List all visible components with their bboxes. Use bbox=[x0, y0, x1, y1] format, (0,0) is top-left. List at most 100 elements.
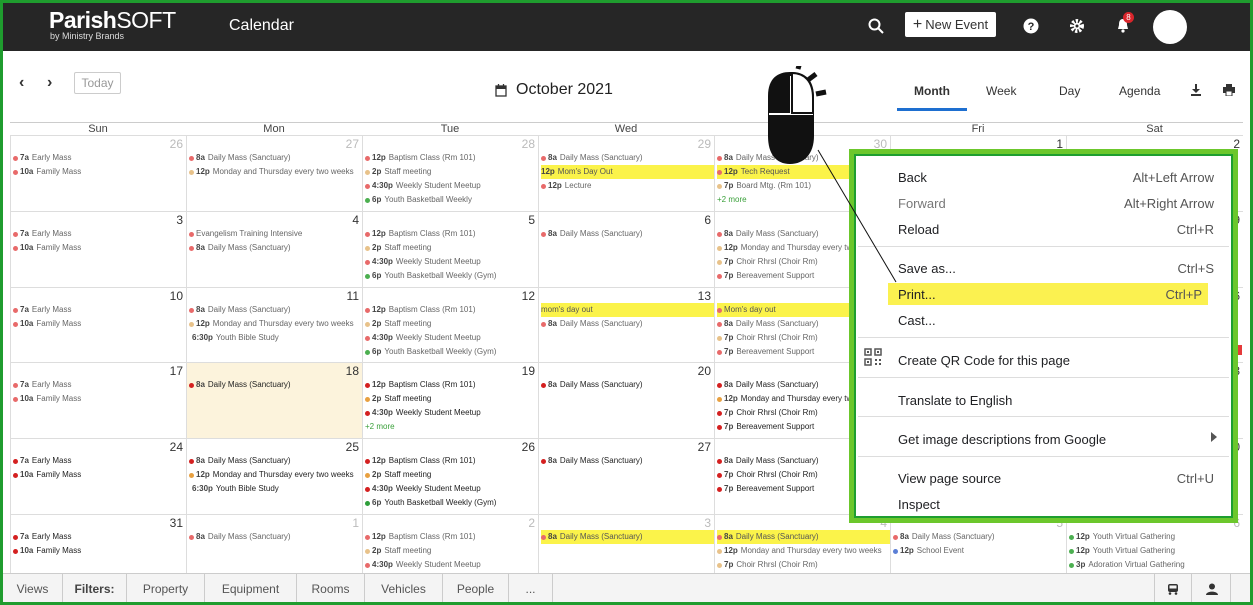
day-number[interactable]: 3 bbox=[176, 213, 183, 227]
calendar-event[interactable]: 3p Adoration Virtual Gathering bbox=[1069, 558, 1243, 572]
calendar-event[interactable]: 6:30p Youth Bible Study bbox=[189, 331, 362, 345]
day-number[interactable]: 4 bbox=[352, 213, 359, 227]
calendar-event[interactable]: 10a Family Mass bbox=[13, 317, 186, 331]
calendar-event[interactable]: 12p School Event bbox=[893, 544, 1066, 558]
calendar-event[interactable]: 2p Staff meeting bbox=[365, 165, 538, 179]
calendar-event[interactable]: 2p Staff meeting bbox=[365, 468, 538, 482]
day-cell[interactable]: 26 7a Early Mass 10a Family Mass bbox=[10, 135, 186, 211]
search-icon[interactable] bbox=[865, 15, 887, 37]
calendar-event[interactable]: 8aDaily Mass (Sanctuary) bbox=[541, 151, 714, 165]
menu-item-reload[interactable]: Reload Ctrl+R bbox=[898, 218, 1214, 240]
calendar-event[interactable]: 6p Youth Basketball Weekly (Gym) bbox=[365, 496, 538, 510]
day-number[interactable]: 27 bbox=[346, 137, 359, 151]
day-cell[interactable]: 18 8a Daily Mass (Sanctuary) bbox=[186, 362, 362, 438]
calendar-event[interactable]: 2p Staff meeting bbox=[365, 317, 538, 331]
calendar-event[interactable]: 6p Youth Basketball Weekly bbox=[365, 193, 538, 207]
tab-agenda[interactable]: Agenda bbox=[1119, 84, 1160, 98]
calendar-event[interactable]: 12p Youth Virtual Gathering bbox=[1069, 544, 1243, 558]
day-number[interactable]: 2 bbox=[528, 516, 535, 530]
new-event-button[interactable]: + New Event bbox=[905, 12, 996, 37]
calendar-event[interactable]: 12p Baptism Class (Rm 101) bbox=[365, 303, 538, 317]
calendar-event[interactable]: 7a Early Mass bbox=[13, 303, 186, 317]
day-cell[interactable]: 5 12p Baptism Class (Rm 101) 2p Staff meetin… bbox=[362, 211, 538, 287]
more-events-link[interactable]: +2 more bbox=[365, 420, 538, 434]
calendar-event[interactable]: 6:30p Youth Bible Study bbox=[189, 482, 362, 496]
day-number[interactable]: 11 bbox=[347, 289, 359, 303]
calendar-event[interactable]: 4:30p Weekly Student Meetup bbox=[365, 482, 538, 496]
filter-equipment[interactable]: Equipment bbox=[205, 574, 297, 603]
day-number[interactable]: 17 bbox=[170, 364, 183, 378]
views-button[interactable]: Views bbox=[3, 574, 63, 603]
day-number[interactable]: 1 bbox=[352, 516, 359, 530]
calendar-event[interactable]: 4:30p Weekly Student Meetup bbox=[365, 406, 538, 420]
menu-item-save-as[interactable]: Save as... Ctrl+S bbox=[898, 257, 1214, 279]
calendar-event[interactable]: 8aDaily Mass (Sanctuary) bbox=[541, 317, 714, 331]
calendar-event[interactable]: 8aDaily Mass (Sanctuary) bbox=[541, 454, 714, 468]
menu-item-forward[interactable]: Forward Alt+Right Arrow bbox=[898, 192, 1214, 214]
calendar-event[interactable]: 12p Baptism Class (Rm 101) bbox=[365, 530, 538, 544]
day-number[interactable]: 12 bbox=[522, 289, 535, 303]
menu-item-inspect[interactable]: Inspect bbox=[898, 493, 1214, 515]
day-cell[interactable]: 25 8a Daily Mass (Sanctuary) 12p Monday and … bbox=[186, 438, 362, 514]
calendar-event[interactable]: 7a Early Mass bbox=[13, 378, 186, 392]
calendar-event[interactable]: 12p Baptism Class (Rm 101) bbox=[365, 454, 538, 468]
calendar-event[interactable]: 12p Monday and Thursday every two weeks bbox=[189, 317, 362, 331]
calendar-event[interactable]: 12p Monday and Thursday every two weeks bbox=[717, 544, 890, 558]
day-cell[interactable]: 17 7a Early Mass 10a Family Mass bbox=[10, 362, 186, 438]
calendar-event[interactable]: 8aDaily Mass (Sanctuary) bbox=[189, 378, 362, 392]
day-number[interactable]: 20 bbox=[698, 364, 711, 378]
calendar-event[interactable]: 12p Baptism Class (Rm 101) bbox=[365, 378, 538, 392]
today-button[interactable]: Today bbox=[74, 72, 121, 94]
menu-item-print[interactable]: Print... Ctrl+P bbox=[888, 283, 1208, 305]
calendar-event[interactable]: 8aDaily Mass (Sanctuary) bbox=[189, 530, 362, 544]
calendar-event[interactable]: 7a Early Mass bbox=[13, 151, 186, 165]
calendar-event[interactable]: 6p Youth Basketball Weekly (Gym) bbox=[365, 345, 538, 359]
calendar-event[interactable]: mom's day out bbox=[541, 303, 714, 317]
calendar-event[interactable]: 2p Staff meeting bbox=[365, 392, 538, 406]
tab-month[interactable]: Month bbox=[914, 84, 950, 98]
person-icon[interactable] bbox=[1193, 574, 1231, 603]
calendar-event[interactable]: 12p Youth Virtual Gathering bbox=[1069, 530, 1243, 544]
calendar-event[interactable]: 8aDaily Mass (Sanctuary) bbox=[189, 151, 362, 165]
prev-month-button[interactable]: ‹ bbox=[19, 74, 24, 92]
user-avatar[interactable] bbox=[1153, 10, 1187, 44]
calendar-event[interactable]: 8aDaily Mass (Sanctuary) bbox=[189, 303, 362, 317]
day-cell[interactable]: 3 7a Early Mass 10a Family Mass bbox=[10, 211, 186, 287]
calendar-event[interactable]: 8aDaily Mass (Sanctuary) bbox=[893, 530, 1066, 544]
calendar-event[interactable]: 12p Monday and Thursday every two weeks bbox=[189, 165, 362, 179]
filter-rooms[interactable]: Rooms bbox=[297, 574, 365, 603]
day-number[interactable]: 25 bbox=[346, 440, 359, 454]
calendar-event[interactable]: 7a Early Mass bbox=[13, 454, 186, 468]
calendar-event[interactable]: 2p Staff meeting bbox=[365, 544, 538, 558]
calendar-event[interactable]: 4:30p Weekly Student Meetup bbox=[365, 331, 538, 345]
day-number[interactable]: 31 bbox=[170, 516, 183, 530]
day-cell[interactable]: 10 7a Early Mass 10a Family Mass bbox=[10, 287, 186, 363]
day-cell[interactable]: 24 7a Early Mass 10a Family Mass bbox=[10, 438, 186, 514]
day-cell[interactable]: 12 12p Baptism Class (Rm 101) 2p Staff meeti… bbox=[362, 287, 538, 363]
tab-day[interactable]: Day bbox=[1059, 84, 1080, 98]
calendar-event[interactable]: 8aDaily Mass (Sanctuary) bbox=[189, 454, 362, 468]
download-icon[interactable] bbox=[1190, 84, 1202, 99]
print-icon[interactable] bbox=[1223, 84, 1235, 99]
day-cell[interactable]: 28 12p Baptism Class (Rm 101) 2p Staff meeti… bbox=[362, 135, 538, 211]
day-cell[interactable]: 4 Evangelism Training Intensive 8a Daily Ma… bbox=[186, 211, 362, 287]
day-number[interactable]: 29 bbox=[698, 137, 711, 151]
filter-people[interactable]: People bbox=[443, 574, 509, 603]
menu-item-back[interactable]: Back Alt+Left Arrow bbox=[898, 166, 1214, 188]
day-cell[interactable]: 19 12p Baptism Class (Rm 101) 2p Staff meeti… bbox=[362, 362, 538, 438]
calendar-event[interactable]: 12p Baptism Class (Rm 101) bbox=[365, 151, 538, 165]
day-number[interactable]: 19 bbox=[522, 364, 535, 378]
calendar-event[interactable]: 4:30p Weekly Student Meetup bbox=[365, 558, 538, 572]
day-number[interactable]: 3 bbox=[704, 516, 711, 530]
day-cell[interactable]: 20 8a Daily Mass (Sanctuary) bbox=[538, 362, 714, 438]
day-cell[interactable]: 27 8a Daily Mass (Sanctuary) bbox=[538, 438, 714, 514]
day-number[interactable]: 18 bbox=[346, 364, 359, 378]
menu-item-cast[interactable]: Cast... bbox=[898, 309, 1214, 331]
calendar-event[interactable]: 12p Baptism Class (Rm 101) bbox=[365, 227, 538, 241]
day-number[interactable]: 26 bbox=[522, 440, 535, 454]
menu-item-view-source[interactable]: View page source Ctrl+U bbox=[898, 467, 1214, 489]
day-cell[interactable]: 11 8a Daily Mass (Sanctuary) 12p Monday and … bbox=[186, 287, 362, 363]
day-cell[interactable]: 13 mom's day out 8a Daily Mass (Sanctuary) bbox=[538, 287, 714, 363]
calendar-event[interactable]: 10a Family Mass bbox=[13, 241, 186, 255]
menu-item-image-descriptions[interactable]: Get image descriptions from Google bbox=[898, 428, 1214, 450]
